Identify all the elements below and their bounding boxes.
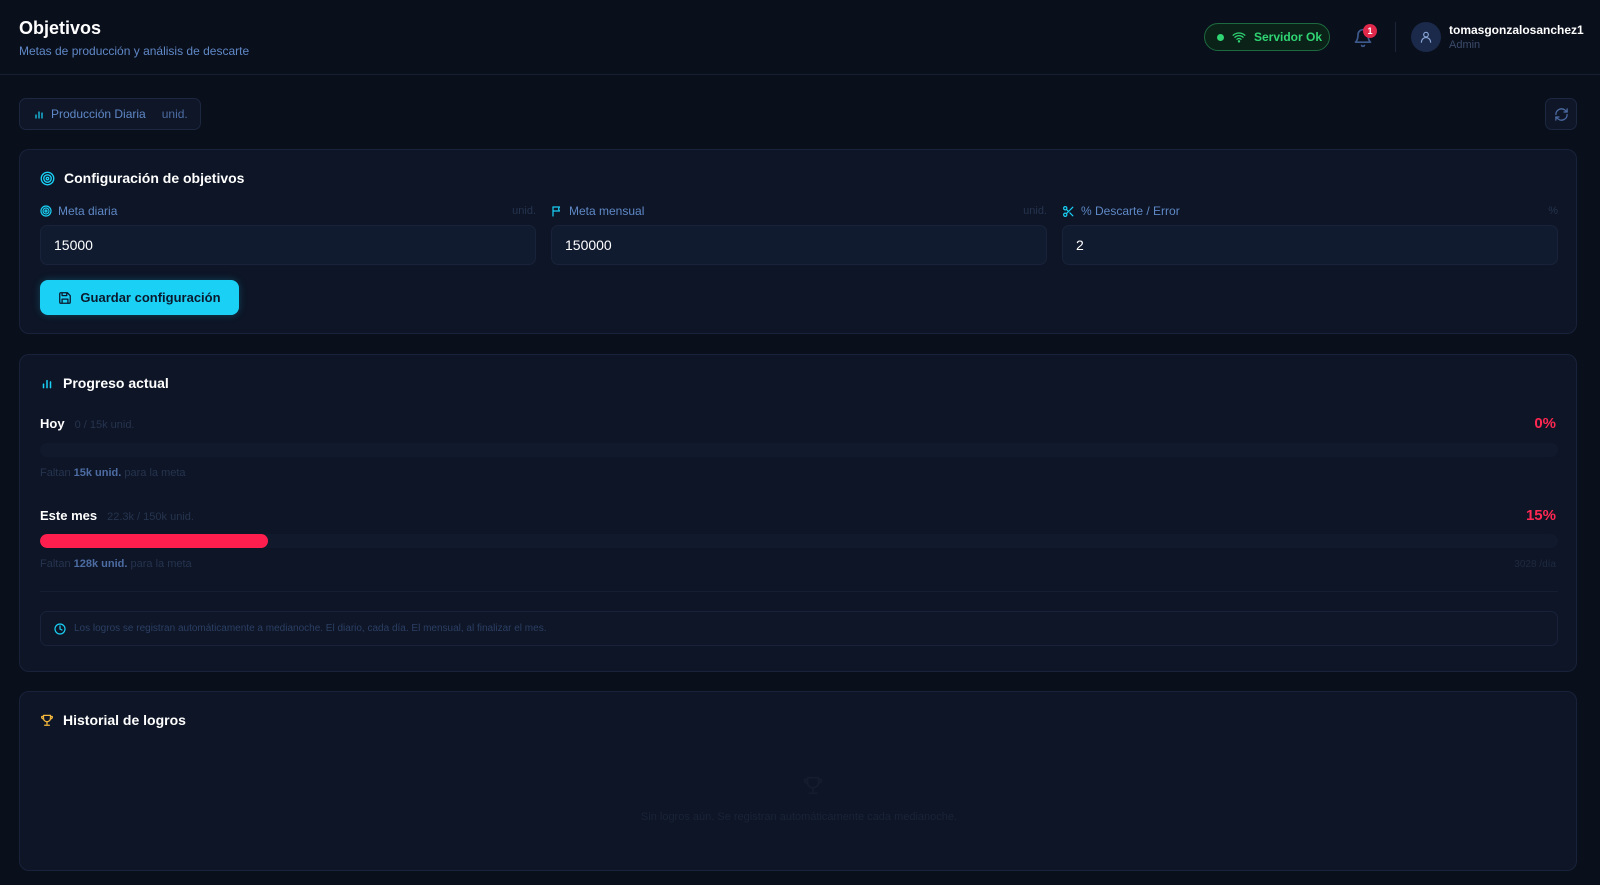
today-remaining-suffix: para la meta	[124, 467, 186, 479]
month-progress-bar	[40, 534, 1558, 548]
today-percent: 0%	[1534, 415, 1556, 432]
user-role: Admin	[1449, 39, 1481, 51]
filter-unit: unid.	[161, 107, 188, 121]
user-name: tomasgonzalosanchez1	[1449, 23, 1584, 37]
server-status-badge: Servidor Ok	[1204, 23, 1330, 51]
info-note: Los logros se registran automáticamente …	[40, 611, 1558, 646]
progress-card: Progreso actual Hoy 0 / 15k unid. 0% Fal…	[19, 354, 1577, 672]
trophy-icon	[803, 776, 823, 795]
monthly-goal-label: Meta mensual	[551, 204, 644, 218]
today-progress-header: Hoy 0 / 15k unid.	[40, 416, 135, 431]
target-icon	[40, 171, 55, 185]
history-empty-text: Sin logros aún. Se registran automáticam…	[640, 811, 958, 823]
month-label: Este mes	[40, 508, 98, 523]
save-config-button[interactable]: Guardar configuración	[40, 280, 239, 315]
today-progress-bar	[40, 443, 1558, 457]
wifi-icon	[1232, 32, 1246, 43]
page-title: Objetivos	[19, 18, 102, 38]
flag-icon	[552, 206, 561, 217]
clock-icon	[54, 622, 66, 635]
month-progress-header: Este mes 22.3k / 150k unid.	[40, 508, 194, 523]
bar-chart-icon	[42, 379, 52, 389]
server-status-text: Servidor Ok	[1254, 30, 1323, 44]
save-config-label: Guardar configuración	[80, 290, 221, 305]
history-title: Historial de logros	[40, 712, 186, 728]
history-title-text: Historial de logros	[63, 712, 186, 728]
refresh-button[interactable]	[1545, 98, 1577, 130]
notification-badge: 1	[1363, 24, 1377, 38]
page-subtitle: Metas de producción y análisis de descar…	[19, 44, 250, 58]
month-progress-fill	[40, 534, 268, 548]
daily-production-filter[interactable]: Producción Diaria unid.	[19, 98, 201, 130]
month-remaining: Faltan 128k unid. para la meta	[40, 558, 192, 570]
history-card: Historial de logros Sin logros aún. Se r…	[19, 691, 1577, 871]
discard-label: % Descarte / Error	[1062, 204, 1180, 218]
month-daily-rate: 3028 /día	[1514, 559, 1556, 570]
month-count: 22.3k / 150k unid.	[107, 511, 194, 523]
config-card: Configuración de objetivos Meta diaria u…	[19, 149, 1577, 334]
trophy-icon	[41, 714, 53, 726]
info-note-text: Los logros se registran automáticamente …	[74, 623, 547, 634]
monthly-goal-label-text: Meta mensual	[569, 204, 645, 218]
avatar[interactable]	[1411, 22, 1441, 52]
page-header: Objetivos Metas de producción y análisis…	[0, 0, 1600, 75]
monthly-goal-input[interactable]	[551, 225, 1047, 265]
today-count: 0 / 15k unid.	[74, 419, 135, 431]
today-remaining-prefix: Faltan	[40, 467, 71, 479]
daily-goal-label: Meta diaria	[40, 204, 117, 218]
today-label: Hoy	[40, 416, 65, 431]
header-divider	[1395, 22, 1396, 52]
daily-goal-input[interactable]	[40, 225, 536, 265]
status-dot	[1217, 33, 1224, 41]
month-remaining-value: 128k unid.	[73, 558, 128, 570]
discard-unit: %	[1548, 205, 1558, 217]
config-title: Configuración de objetivos	[40, 170, 244, 186]
month-percent: 15%	[1525, 507, 1556, 524]
progress-divider	[40, 591, 1558, 592]
target-icon	[40, 205, 52, 217]
daily-goal-label-text: Meta diaria	[58, 204, 118, 218]
refresh-icon	[1554, 107, 1568, 121]
progress-title-text: Progreso actual	[63, 375, 169, 391]
month-remaining-prefix: Faltan	[40, 558, 71, 570]
discard-label-text: % Descarte / Error	[1081, 204, 1180, 218]
monthly-goal-unit: unid.	[1023, 205, 1047, 217]
save-icon	[59, 291, 72, 304]
today-remaining: Faltan 15k unid. para la meta	[40, 467, 186, 479]
bar-chart-icon	[35, 111, 43, 119]
today-remaining-value: 15k unid.	[73, 467, 122, 479]
daily-goal-unit: unid.	[512, 205, 536, 217]
month-remaining-suffix: para la meta	[130, 558, 192, 570]
config-title-text: Configuración de objetivos	[64, 170, 245, 186]
user-icon	[1420, 31, 1432, 43]
filter-label: Producción Diaria	[51, 107, 146, 121]
scissors-icon	[1063, 205, 1074, 217]
progress-title: Progreso actual	[40, 375, 169, 391]
discard-input[interactable]	[1062, 225, 1558, 265]
